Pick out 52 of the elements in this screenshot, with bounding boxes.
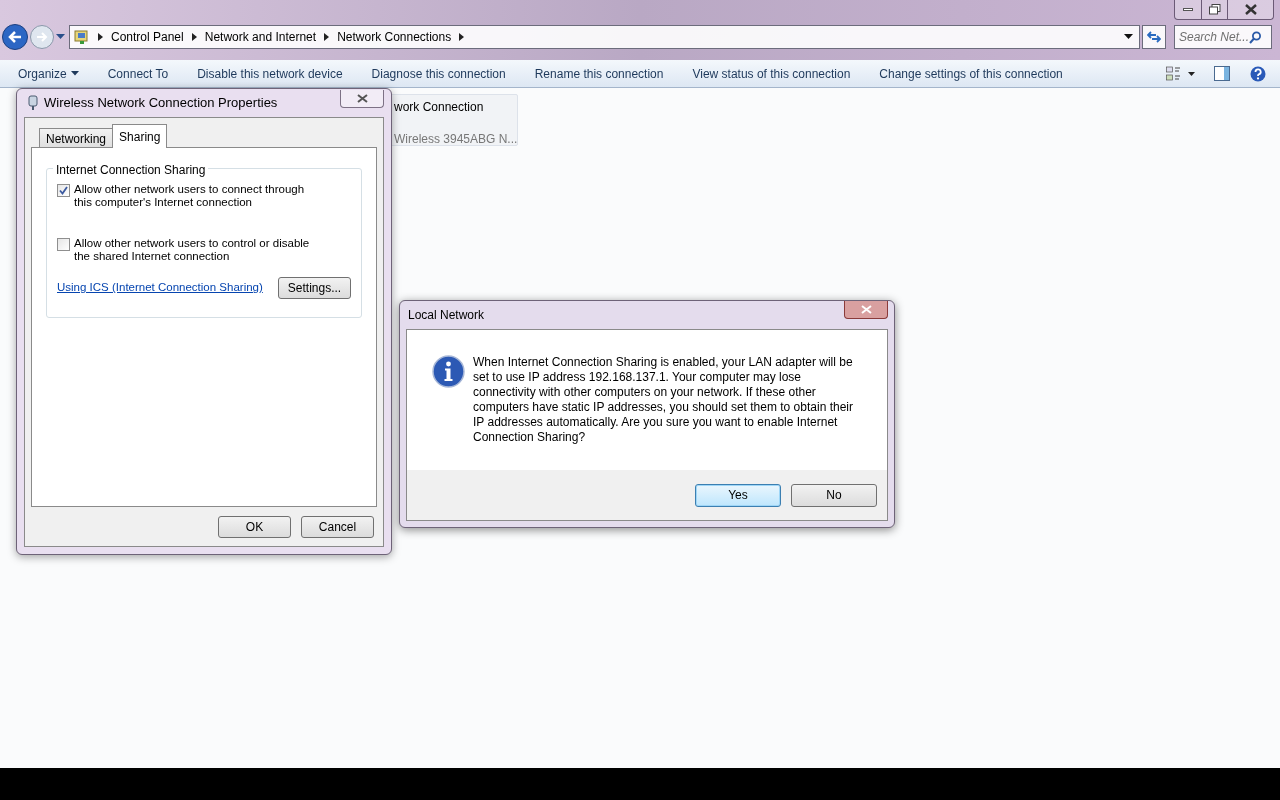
chevron-icon[interactable] <box>459 33 465 41</box>
message-text: When Internet Connection Sharing is enabled, your LAN adapter will be set to use IP address 192.168.137.1. Your computer may lose connectivity with other computers on your network. If these other computers have static IP addresses, you should set them to obtain their IP addresses automatically. Are you sure you want to enable Internet Connection Sharing? <box>473 355 854 446</box>
dialog-button[interactable]: OK <box>218 516 291 538</box>
dialog-title: Wireless Network Connection Properties <box>44 94 278 113</box>
back-button[interactable] <box>2 24 28 50</box>
tab[interactable]: Sharing <box>112 124 168 148</box>
tab[interactable]: Networking <box>39 128 114 148</box>
toolbar-button[interactable]: View status of this connection <box>692 60 851 87</box>
preview-pane-icon[interactable] <box>1214 66 1230 81</box>
search-input[interactable]: Search Net... <box>1179 28 1249 46</box>
refresh-icon[interactable] <box>1147 31 1161 43</box>
toolbar-button[interactable]: Change settings of this connection <box>879 60 1063 87</box>
checkbox[interactable] <box>57 184 70 197</box>
close-button[interactable] <box>340 90 384 108</box>
network-folder-icon <box>74 29 90 45</box>
dialog-button[interactable]: Yes <box>695 483 781 507</box>
dropdown-icon[interactable] <box>1124 34 1133 40</box>
caret-icon[interactable] <box>70 71 79 76</box>
toolbar-button[interactable]: Disable this network device <box>197 60 343 87</box>
restore-icon[interactable] <box>1208 4 1221 15</box>
checkbox-label[interactable]: Allow other network users to control or disable the shared Internet connection <box>74 237 314 263</box>
chevron-icon[interactable] <box>324 33 330 41</box>
dialog-button[interactable]: Cancel <box>301 516 374 538</box>
breadcrumb[interactable]: Network and Internet <box>204 28 317 46</box>
breadcrumb[interactable]: Network Connections <box>337 28 452 46</box>
refresh-button[interactable] <box>1142 25 1166 49</box>
ics-help-link[interactable]: Using ICS (Internet Connection Sharing) <box>57 279 263 297</box>
close-button[interactable] <box>844 301 888 319</box>
toolbar-button[interactable]: Rename this connection <box>534 60 664 87</box>
info-icon <box>432 355 465 388</box>
device-name: Wireless 3945ABG N... <box>394 131 517 148</box>
search-field[interactable]: Search Net... <box>1174 25 1272 49</box>
view-options-icon[interactable] <box>1166 65 1196 82</box>
chevron-icon[interactable] <box>98 33 103 41</box>
address-bar[interactable]: Control Panel Network and Internet Network Connections <box>69 25 1140 49</box>
checkbox-label[interactable]: Allow other network users to connect through this computer's Internet connection <box>74 183 314 209</box>
toolbar-button[interactable]: Connect To <box>107 60 169 87</box>
back-arrow-icon[interactable] <box>8 31 22 43</box>
toolbar-button[interactable]: Diagnose this connection <box>371 60 506 87</box>
dialog-button[interactable]: No <box>791 483 877 507</box>
close-icon[interactable] <box>356 94 368 103</box>
chevron-icon[interactable] <box>191 33 197 41</box>
search-icon[interactable] <box>1249 30 1262 44</box>
settings-button[interactable]: Settings... <box>278 277 351 299</box>
breadcrumb[interactable]: Control Panel <box>111 28 184 46</box>
adapter-icon <box>28 95 38 111</box>
close-icon[interactable] <box>1244 4 1257 15</box>
checkbox[interactable] <box>57 238 70 251</box>
organize-menu[interactable]: Organize <box>18 60 79 87</box>
help-icon[interactable] <box>1250 65 1266 82</box>
connection-name: work Connection <box>394 99 485 116</box>
dialog-title: Local Network <box>408 307 485 324</box>
